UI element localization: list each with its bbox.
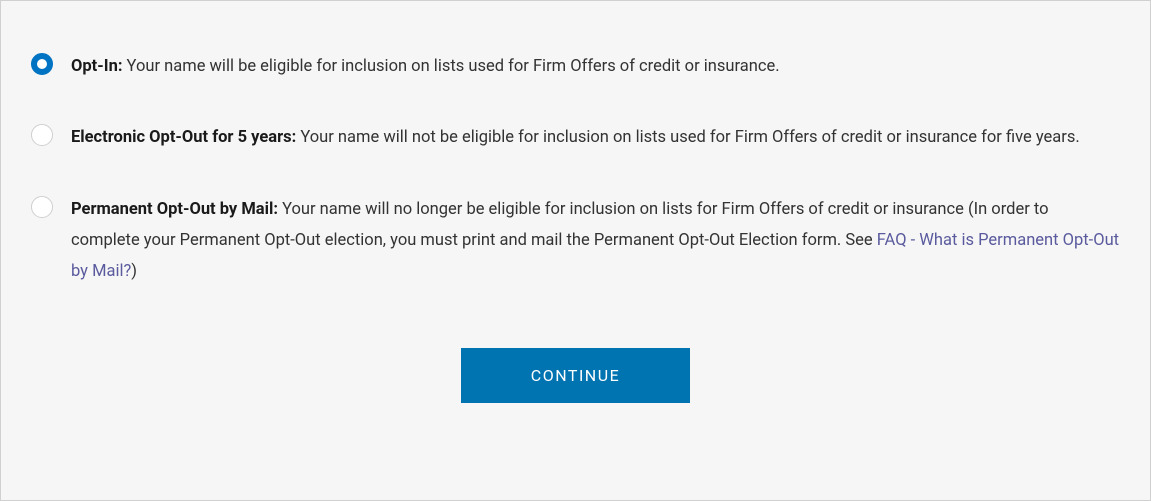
option-text-opt-out-5yr: Electronic Opt-Out for 5 years: Your nam… [71, 122, 1120, 153]
opt-form-panel: Opt-In: Your name will be eligible for i… [0, 0, 1151, 501]
option-title-opt-out-permanent: Permanent Opt-Out by Mail: [71, 200, 278, 219]
option-opt-out-5yr: Electronic Opt-Out for 5 years: Your nam… [31, 122, 1120, 153]
option-opt-in: Opt-In: Your name will be eligible for i… [31, 51, 1120, 82]
radio-wrap-opt-in [31, 53, 55, 77]
option-desc-suffix-opt-out-permanent: ) [131, 262, 137, 281]
radio-wrap-opt-out-permanent [31, 196, 55, 220]
radio-opt-in[interactable] [31, 53, 53, 75]
option-text-opt-out-permanent: Permanent Opt-Out by Mail: Your name wil… [71, 194, 1120, 288]
radio-opt-out-5yr[interactable] [31, 124, 53, 146]
option-text-opt-in: Opt-In: Your name will be eligible for i… [71, 51, 1120, 82]
radio-wrap-opt-out-5yr [31, 124, 55, 148]
option-desc-opt-out-5yr: Your name will not be eligible for inclu… [296, 128, 1079, 147]
button-row: CONTINUE [31, 348, 1120, 403]
option-desc-opt-in: Your name will be eligible for inclusion… [122, 57, 779, 76]
continue-button[interactable]: CONTINUE [461, 348, 690, 403]
option-title-opt-in: Opt-In: [71, 57, 122, 76]
option-title-opt-out-5yr: Electronic Opt-Out for 5 years: [71, 128, 296, 147]
radio-opt-out-permanent[interactable] [31, 196, 53, 218]
option-opt-out-permanent: Permanent Opt-Out by Mail: Your name wil… [31, 194, 1120, 288]
